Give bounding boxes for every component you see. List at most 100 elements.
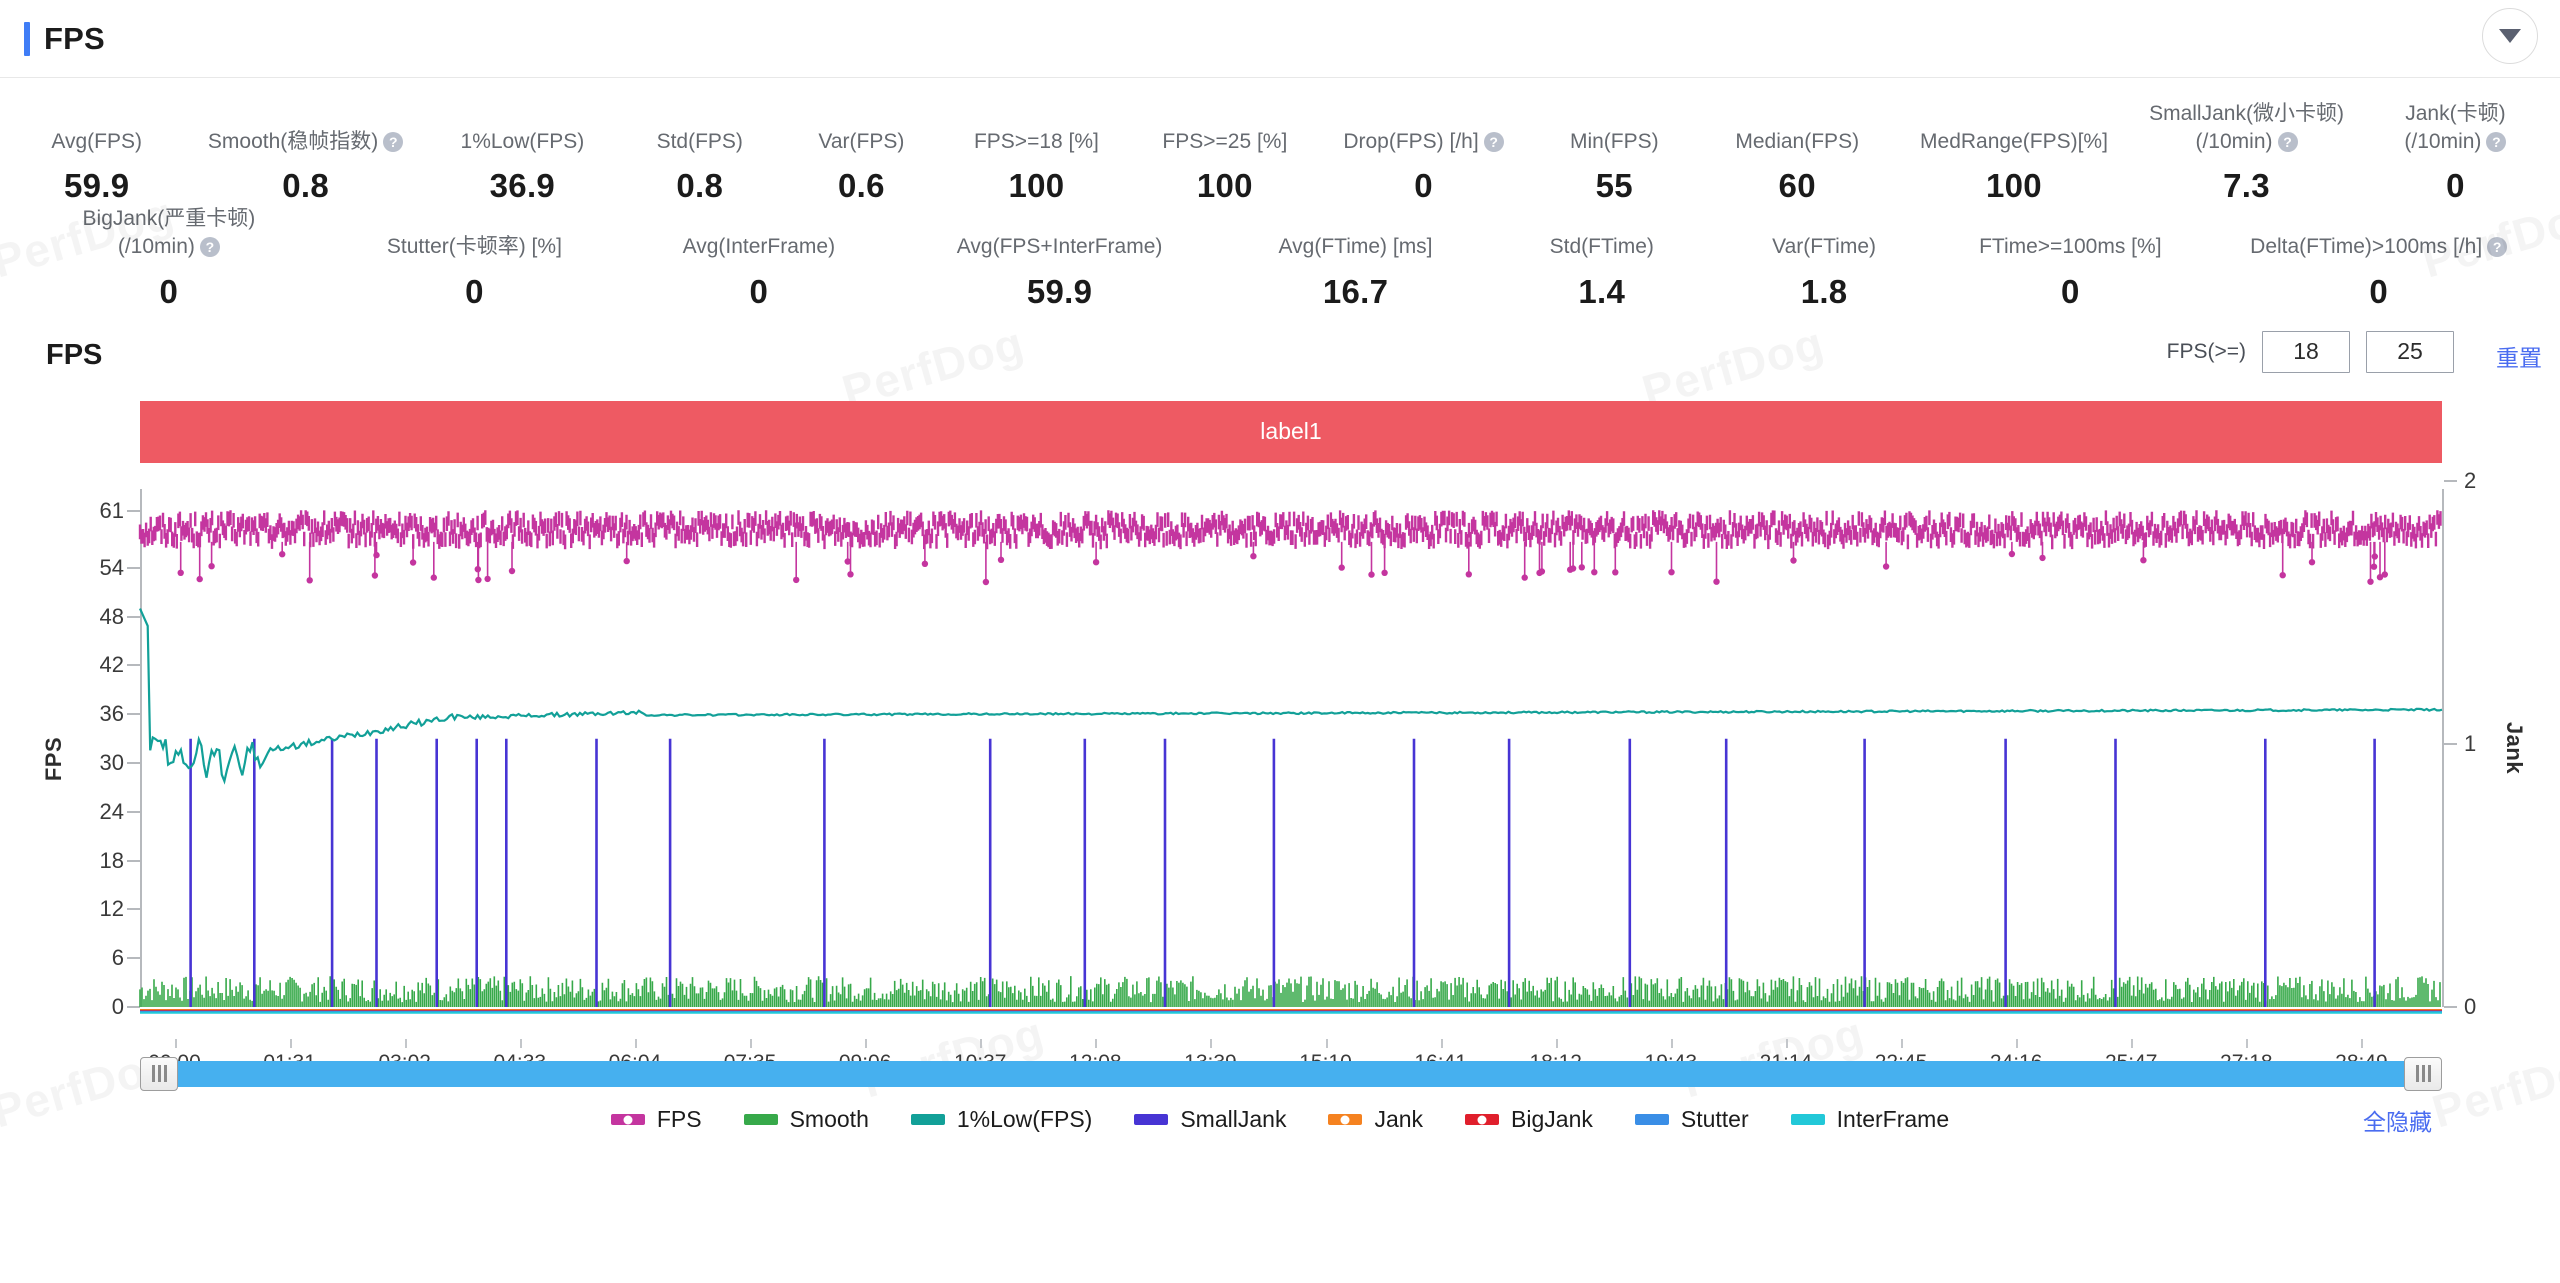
legend-item-1-low-fps[interactable]: 1%Low(FPS) bbox=[911, 1106, 1092, 1133]
metric-1-low-fps: 1%Low(FPS) 36.9 bbox=[426, 105, 619, 205]
title-accent-bar bbox=[24, 22, 30, 56]
metric-label: Std(FTime) bbox=[1550, 233, 1654, 261]
help-icon[interactable]: ? bbox=[2487, 237, 2507, 257]
metric-value: 0 bbox=[465, 273, 484, 311]
x-tick-mark bbox=[980, 1039, 982, 1048]
help-icon[interactable]: ? bbox=[383, 132, 403, 152]
metric-min-fps: Min(FPS)55 bbox=[1528, 105, 1701, 205]
legend-swatch-icon bbox=[1635, 1114, 1669, 1125]
legend-label: SmallJank bbox=[1180, 1106, 1286, 1133]
metric-jank: Jank(卡顿)(/10min)? 0 bbox=[2359, 100, 2552, 205]
metric-fps-18: FPS>=18 [%]100 bbox=[942, 105, 1130, 205]
legend-item-stutter[interactable]: Stutter bbox=[1635, 1106, 1749, 1133]
collapse-panel-button[interactable] bbox=[2482, 8, 2538, 64]
metric-label: 1%Low(FPS) bbox=[461, 128, 585, 156]
fps-threshold-high-input[interactable] bbox=[2366, 331, 2454, 373]
series-fps bbox=[140, 510, 2441, 585]
metric-label-text: Avg(FPS) bbox=[51, 128, 142, 156]
metric-value: 0 bbox=[2369, 273, 2388, 311]
metric-label-text: FPS>=25 [%] bbox=[1162, 128, 1287, 156]
hide-all-button[interactable]: 全隐藏 bbox=[2363, 1103, 2432, 1137]
legend-item-interframe[interactable]: InterFrame bbox=[1791, 1106, 1949, 1133]
metric-label-text: 1%Low(FPS) bbox=[461, 128, 585, 156]
help-icon[interactable]: ? bbox=[2486, 132, 2506, 152]
series-smalljank bbox=[191, 739, 2375, 1007]
metric-value: 0 bbox=[1414, 167, 1433, 205]
metric-label-text: Std(FPS) bbox=[657, 128, 743, 156]
range-track[interactable] bbox=[140, 1061, 2442, 1087]
metric-label: Avg(FPS) bbox=[51, 128, 142, 156]
metric-label: FTime>=100ms [%] bbox=[1979, 233, 2161, 261]
metric-label: Smooth(稳帧指数)? bbox=[208, 128, 403, 156]
metric-value: 60 bbox=[1779, 167, 1816, 205]
metric-value: 0 bbox=[750, 273, 769, 311]
x-tick-mark bbox=[2016, 1039, 2018, 1048]
metric-label-text: Avg(FPS+InterFrame) bbox=[957, 233, 1163, 261]
metric-label: Avg(FPS+InterFrame) bbox=[957, 233, 1163, 261]
fps-threshold-controls: FPS(>=) bbox=[2167, 331, 2454, 373]
metric-value: 0.6 bbox=[838, 167, 885, 205]
metric-value: 0 bbox=[2061, 273, 2080, 311]
help-icon[interactable]: ? bbox=[2278, 132, 2298, 152]
metric-label: Stutter(卡顿率) [%] bbox=[387, 233, 562, 261]
metric-var-fps: Var(FPS) 0.6 bbox=[781, 105, 943, 205]
legend-swatch-icon bbox=[1465, 1114, 1499, 1125]
legend-item-bigjank[interactable]: BigJank bbox=[1465, 1106, 1593, 1133]
x-tick-mark bbox=[635, 1039, 637, 1048]
x-tick-mark bbox=[750, 1039, 752, 1048]
range-handle-left[interactable] bbox=[140, 1057, 178, 1091]
metric-value: 0 bbox=[2446, 167, 2465, 205]
metric-value: 36.9 bbox=[490, 167, 555, 205]
legend-label: InterFrame bbox=[1837, 1106, 1949, 1133]
range-handle-right[interactable] bbox=[2404, 1057, 2442, 1091]
fps-threshold-label: FPS(>=) bbox=[2167, 340, 2246, 364]
legend-swatch-icon bbox=[744, 1114, 778, 1125]
legend-item-smooth[interactable]: Smooth bbox=[744, 1106, 869, 1133]
time-range-scrollbar[interactable] bbox=[140, 1057, 2442, 1091]
help-icon[interactable]: ? bbox=[200, 237, 220, 257]
x-tick-mark bbox=[1901, 1039, 1903, 1048]
reset-button[interactable]: 重置 bbox=[2496, 339, 2542, 373]
metric-label-text: Min(FPS) bbox=[1570, 128, 1659, 156]
x-tick-mark bbox=[1095, 1039, 1097, 1048]
metric-var-ftime: Var(FTime)1.8 bbox=[1713, 211, 1935, 311]
metric-label: Std(FPS) bbox=[657, 128, 743, 156]
series-smooth bbox=[140, 976, 2440, 1007]
metric-label: Avg(InterFrame) bbox=[683, 233, 836, 261]
metric-ftime-100ms: FTime>=100ms [%] 0 bbox=[1935, 211, 2205, 311]
legend-item-jank[interactable]: Jank bbox=[1328, 1106, 1423, 1133]
chart-canvas[interactable] bbox=[0, 479, 2560, 1039]
legend-swatch-icon bbox=[911, 1114, 945, 1125]
panel-title-wrap: FPS bbox=[0, 21, 105, 57]
legend-item-fps[interactable]: FPS bbox=[611, 1106, 702, 1133]
chart-label-band[interactable]: label1 bbox=[140, 401, 2442, 463]
metric-label-text: BigJank(严重卡顿) bbox=[83, 205, 256, 233]
metric-label-text: FTime>=100ms [%] bbox=[1979, 233, 2161, 261]
legend-label: Smooth bbox=[790, 1106, 869, 1133]
metric-label: Jank(卡顿)(/10min)? bbox=[2404, 100, 2506, 155]
metric-value: 16.7 bbox=[1323, 273, 1388, 311]
metric-value: 0.8 bbox=[282, 167, 329, 205]
metric-label: SmallJank(微小卡顿)(/10min)? bbox=[2149, 100, 2344, 155]
metric-label-text: Median(FPS) bbox=[1735, 128, 1859, 156]
metric-label-text: Std(FTime) bbox=[1550, 233, 1654, 261]
fps-threshold-low-input[interactable] bbox=[2262, 331, 2350, 373]
metrics-row: BigJank(严重卡顿)(/10min)?0Stutter(卡顿率) [%]0… bbox=[8, 205, 2552, 310]
metric-label: Drop(FPS) [/h]? bbox=[1343, 128, 1503, 156]
legend-item-smalljank[interactable]: SmallJank bbox=[1134, 1106, 1286, 1133]
metric-label-text: Smooth(稳帧指数) bbox=[208, 128, 378, 156]
legend-label: 1%Low(FPS) bbox=[957, 1106, 1092, 1133]
metric-avg-fps-interframe: Avg(FPS+InterFrame)59.9 bbox=[899, 211, 1221, 311]
metric-std-fps: Std(FPS)0.8 bbox=[619, 105, 781, 205]
metric-value: 1.8 bbox=[1801, 273, 1848, 311]
metric-smalljank: SmallJank(微小卡顿)(/10min)?7.3 bbox=[2134, 100, 2359, 205]
x-tick-mark bbox=[1210, 1039, 1212, 1048]
metric-value: 100 bbox=[1008, 167, 1064, 205]
metric-std-ftime: Std(FTime)1.4 bbox=[1491, 211, 1713, 311]
metric-label-text: Jank(卡顿) bbox=[2405, 100, 2505, 128]
metric-label: Var(FPS) bbox=[818, 128, 904, 156]
x-tick-mark bbox=[2246, 1039, 2248, 1048]
legend-swatch-icon bbox=[1791, 1114, 1825, 1125]
metric-label-text: Stutter(卡顿率) [%] bbox=[387, 233, 562, 261]
help-icon[interactable]: ? bbox=[1484, 132, 1504, 152]
